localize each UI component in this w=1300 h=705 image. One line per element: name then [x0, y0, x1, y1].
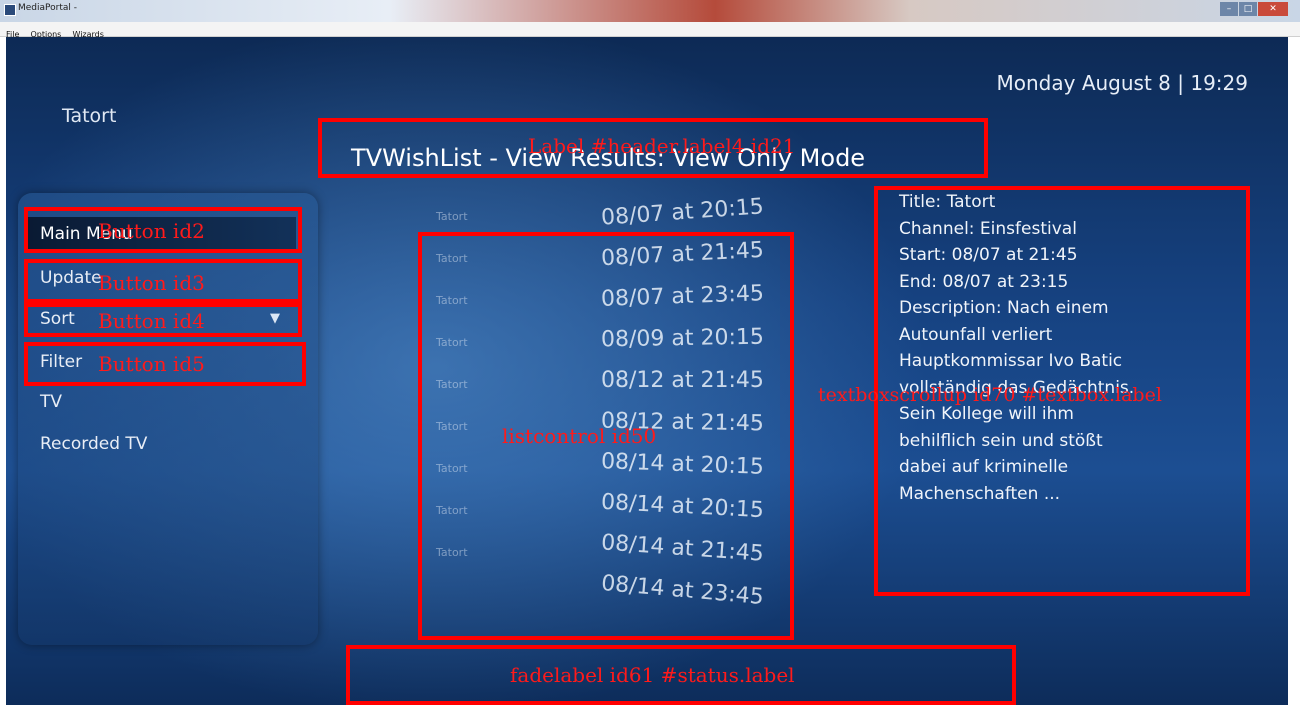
- status-annotation-label: fadelabel id61 #status.label: [510, 663, 795, 687]
- button-id5-annotation-label: Button id5: [98, 352, 205, 376]
- clock: Monday August 8 | 19:29: [996, 71, 1248, 95]
- minimize-button[interactable]: –: [1220, 2, 1238, 16]
- header-annotation-label: Label #header.label4 id21: [528, 134, 796, 158]
- recorded-tv-label: Recorded TV: [40, 434, 148, 454]
- button-id4-annotation-label: Button id4: [98, 309, 205, 333]
- window-controls: – □ ✕: [1220, 2, 1288, 16]
- channel-label: Tatort: [436, 210, 468, 223]
- tv-label: TV: [40, 392, 63, 412]
- window-titlebar: MediaPortal - – □ ✕: [0, 0, 1300, 22]
- app-icon: [4, 4, 16, 16]
- recorded-tv-button[interactable]: Recorded TV: [26, 427, 296, 461]
- close-button[interactable]: ✕: [1258, 2, 1288, 16]
- listcontrol-annotation-label: listcontrol id50: [502, 424, 657, 448]
- time-label: 08/07 at 20:15: [600, 194, 765, 231]
- list-item[interactable]: Tatort 08/07 at 20:15: [426, 194, 786, 232]
- button-id3-annotation-label: Button id3: [98, 271, 205, 295]
- menubar: File Options Wizards: [0, 22, 1300, 39]
- button-id2-annotation-label: Button id2: [98, 219, 205, 243]
- category-label: Tatort: [62, 105, 117, 127]
- tv-button[interactable]: TV: [26, 385, 296, 419]
- window-title: MediaPortal -: [18, 3, 77, 13]
- textbox-annotation-label: textboxscrollup id70 #textbox.label: [818, 384, 1162, 406]
- maximize-button[interactable]: □: [1239, 2, 1257, 16]
